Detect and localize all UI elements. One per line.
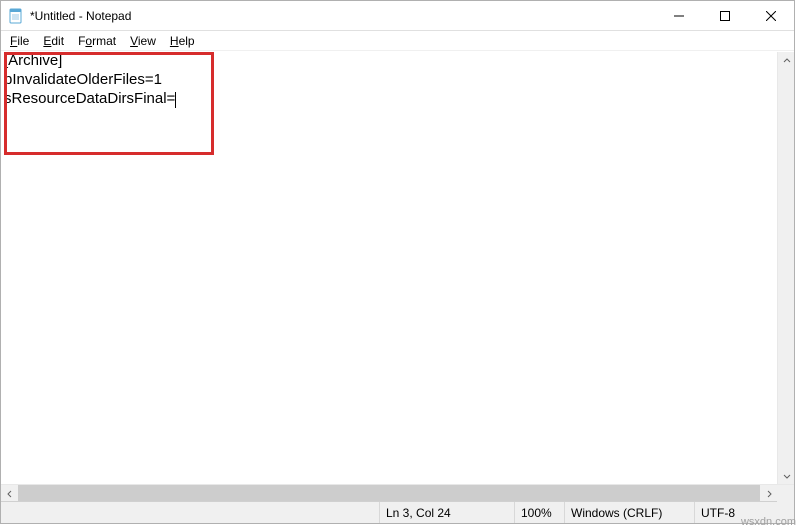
menu-edit[interactable]: Edit [36, 33, 71, 49]
watermark-text: wsxdn.com [741, 516, 796, 528]
minimize-button[interactable] [656, 1, 702, 30]
text-cursor [175, 92, 176, 108]
status-zoom: 100% [514, 502, 564, 523]
scroll-down-icon[interactable] [778, 467, 795, 484]
status-cursor-position: Ln 3, Col 24 [379, 502, 514, 523]
doc-line-2: bInvalidateOlderFiles=1 [4, 71, 162, 88]
text-editor[interactable]: [Archive] bInvalidateOlderFiles=1 sResou… [1, 51, 794, 484]
window-controls [656, 1, 794, 30]
maximize-button[interactable] [702, 1, 748, 30]
menu-file[interactable]: File [3, 33, 36, 49]
statusbar: Ln 3, Col 24 100% Windows (CRLF) UTF-8 [1, 501, 794, 523]
scroll-up-icon[interactable] [778, 52, 795, 69]
menubar: File Edit Format View Help [1, 31, 794, 51]
editor-area: [Archive] bInvalidateOlderFiles=1 sResou… [1, 51, 794, 501]
close-button[interactable] [748, 1, 794, 30]
doc-line-3: sResourceDataDirsFinal= [4, 90, 175, 107]
scroll-corner [777, 485, 794, 502]
vertical-scrollbar[interactable] [777, 52, 794, 484]
menu-help[interactable]: Help [163, 33, 202, 49]
scroll-right-icon[interactable] [760, 485, 777, 502]
menu-format[interactable]: Format [71, 33, 123, 49]
doc-line-1: [Archive] [4, 52, 62, 69]
titlebar[interactable]: *Untitled - Notepad [1, 1, 794, 31]
scroll-left-icon[interactable] [1, 485, 18, 502]
menu-view[interactable]: View [123, 33, 163, 49]
hscroll-track[interactable] [18, 485, 760, 501]
notepad-icon [8, 8, 24, 24]
window-title: *Untitled - Notepad [30, 9, 131, 23]
status-line-ending: Windows (CRLF) [564, 502, 694, 523]
notepad-window: *Untitled - Notepad File Edit Format Vie… [0, 0, 795, 524]
hscroll-thumb[interactable] [18, 485, 760, 501]
status-spacer [1, 502, 379, 523]
horizontal-scrollbar[interactable] [1, 484, 794, 501]
